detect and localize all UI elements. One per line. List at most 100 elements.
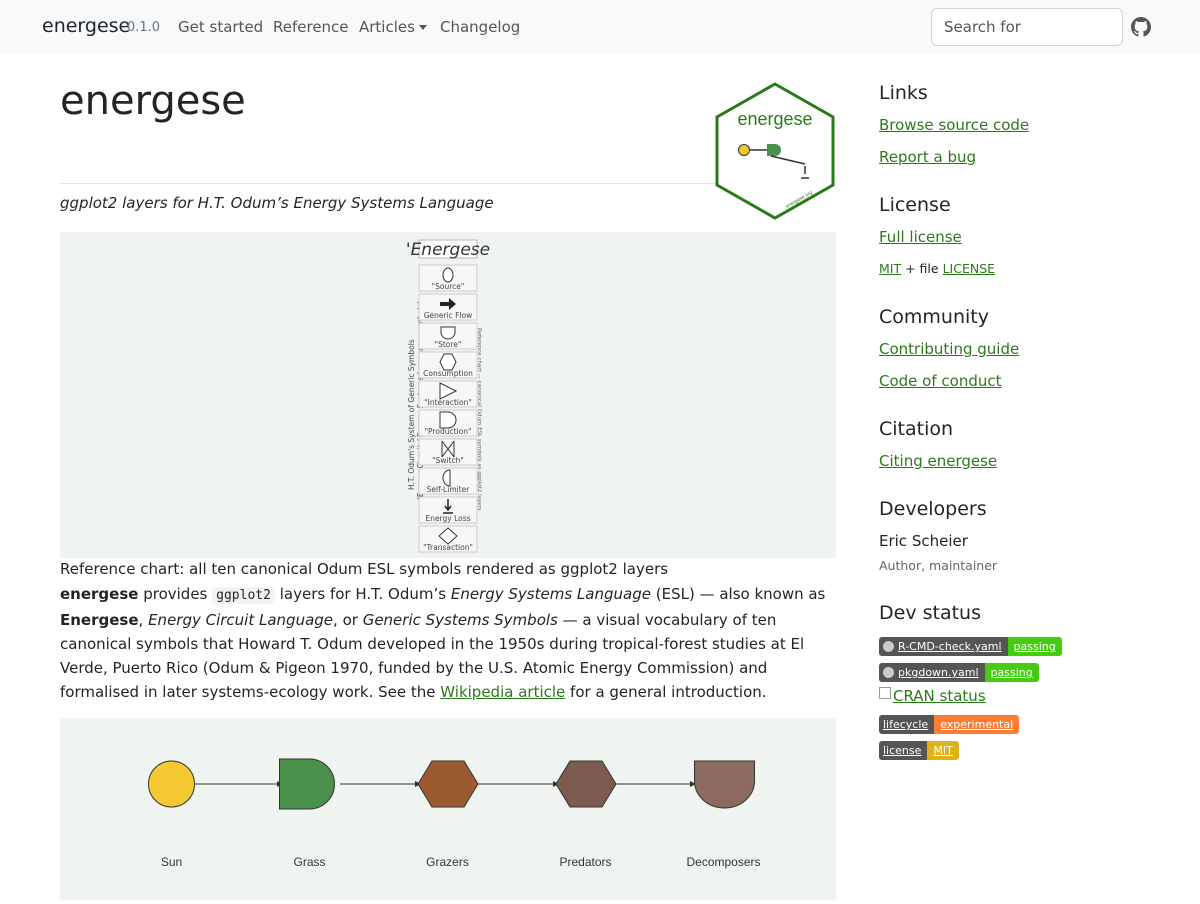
report-bug-link[interactable]: Report a bug <box>879 148 976 166</box>
store-symbol-icon <box>440 326 456 340</box>
figure-caption: Reference chart: all ten canonical Odum … <box>60 560 669 578</box>
badge-right-text: experimental <box>934 715 1020 734</box>
nav-articles-label: Articles <box>359 18 415 36</box>
intro-provides: provides <box>143 585 208 603</box>
reference-chart: 'Energese H.T. Odum's System of Generic … <box>406 239 490 553</box>
github-icon <box>883 667 894 678</box>
mit-link[interactable]: MIT <box>879 261 901 276</box>
version-label: 0.1.0 <box>127 20 161 35</box>
code-of-conduct-link[interactable]: Code of conduct <box>879 372 1001 390</box>
intro-comma: , <box>138 611 144 629</box>
symbol-label-switch: "Switch" <box>432 456 464 465</box>
browse-source-link[interactable]: Browse source code <box>879 116 1029 134</box>
developer-name: Eric Scheier <box>879 532 968 550</box>
consumer-symbol-icon <box>439 353 457 371</box>
full-license-link[interactable]: Full license <box>879 228 962 246</box>
license-file-link[interactable]: LICENSE <box>943 261 995 276</box>
intro-layers-for: layers for H.T. Odum’s <box>279 585 447 603</box>
pkg-name: energese <box>60 585 139 603</box>
links-heading: Links <box>879 82 928 104</box>
intro-alias3: Generic Systems Symbols <box>362 611 558 629</box>
package-tagline: ggplot2 layers for H.T. Odum’s Energy Sy… <box>60 194 494 212</box>
github-icon <box>883 641 894 652</box>
pkgdown-badge[interactable]: pkgdown.yaml passing <box>879 663 1039 682</box>
badge-left-text: lifecycle <box>879 715 935 734</box>
wikipedia-link[interactable]: Wikipedia article <box>440 683 565 701</box>
symbol-label-self-limiter: Self-Limiter <box>427 485 471 494</box>
source-symbol-icon <box>442 267 454 283</box>
citing-link[interactable]: Citing energese <box>879 452 997 470</box>
license-badge[interactable]: license MIT <box>879 741 959 760</box>
symbol-label-source: "Source" <box>432 282 465 291</box>
badge-right-text: passing <box>984 663 1039 682</box>
grass-production-node <box>279 758 335 810</box>
badge-left-text: R-CMD-check.yaml <box>898 640 1002 653</box>
food-chain-panel: Sun Grass Grazers Predators Decomposers <box>60 718 836 900</box>
community-heading: Community <box>879 306 989 328</box>
node-label-predators: Predators <box>559 855 611 869</box>
lifecycle-badge[interactable]: lifecycle experimental <box>879 715 1020 734</box>
devstatus-heading: Dev status <box>879 602 981 624</box>
license-file-text: + file <box>905 261 939 276</box>
reference-chart-panel: 'Energese H.T. Odum's System of Generic … <box>60 232 836 558</box>
sun-source-node <box>148 760 195 808</box>
brand-link[interactable]: energese <box>42 15 130 37</box>
symbol-label-consumer: Consumption <box>423 369 473 378</box>
intro-esl-abbr: (ESL) — also known as <box>655 585 826 603</box>
caret-down-icon <box>418 25 427 30</box>
symbol-cell-generic-flow: Generic Flow <box>418 293 478 321</box>
food-chain-diagram: Sun Grass Grazers Predators Decomposers <box>148 758 761 869</box>
symbol-label-store: "Store" <box>435 340 462 349</box>
nav-changelog[interactable]: Changelog <box>440 18 520 36</box>
node-label-decomposers: Decomposers <box>686 855 760 869</box>
package-logo: energese energese.org <box>715 82 835 220</box>
cran-alt-text: CRAN status <box>893 687 986 705</box>
symbol-cell-interaction: "Interaction" <box>418 380 478 408</box>
nav-articles[interactable]: Articles <box>359 18 427 36</box>
badge-left: pkgdown.yaml <box>879 663 985 682</box>
symbol-cell-consumer: Consumption <box>418 351 478 379</box>
symbol-cell-switch: "Switch" <box>418 438 478 466</box>
reference-chart-title: 'Energese <box>406 240 490 260</box>
r-cmd-check-badge[interactable]: R-CMD-check.yaml passing <box>879 637 1062 656</box>
symbol-label-energy-loss: Energy Loss <box>425 514 470 523</box>
developer-role: Author, maintainer <box>879 558 998 573</box>
predators-consumer-node <box>555 760 617 808</box>
node-label-grazers: Grazers <box>426 855 469 869</box>
navbar: energese 0.1.0 Get started Reference Art… <box>0 0 1200 54</box>
symbol-label-interaction: "Interaction" <box>424 398 472 407</box>
badge-left-text: license <box>879 741 928 760</box>
intro-paragraph: energese provides ggplot2 layers for H.T… <box>60 582 836 704</box>
decomposers-store-node <box>694 760 755 809</box>
intro-esl: Energy Systems Language <box>450 585 651 603</box>
github-icon[interactable] <box>1131 17 1151 37</box>
page-title: energese <box>60 78 246 124</box>
search-input[interactable] <box>931 8 1123 46</box>
symbol-label-producer: "Production" <box>425 427 472 436</box>
badge-left: R-CMD-check.yaml <box>879 637 1008 656</box>
symbol-cell-transaction: "Transaction" <box>418 525 478 553</box>
contributing-guide-link[interactable]: Contributing guide <box>879 340 1019 358</box>
symbol-label-transaction: "Transaction" <box>423 543 473 552</box>
symbol-cell-source: "Source" <box>418 264 478 292</box>
license-line: MIT + file LICENSE <box>879 261 995 276</box>
logo-text: energese <box>737 109 812 129</box>
symbol-label-generic-flow: Generic Flow <box>424 311 473 320</box>
symbol-cell-energy-loss: Energy Loss <box>418 496 478 524</box>
node-label-sun: Sun <box>161 855 182 869</box>
citation-heading: Citation <box>879 418 954 440</box>
badge-left-text: pkgdown.yaml <box>898 666 979 679</box>
broken-image-icon <box>879 687 891 699</box>
cran-status-badge[interactable]: CRAN status <box>879 687 986 705</box>
node-label-grass: Grass <box>293 855 325 869</box>
developers-heading: Developers <box>879 498 987 520</box>
nav-get-started[interactable]: Get started <box>178 18 263 36</box>
intro-alias1: Energese <box>60 611 139 629</box>
nav-reference[interactable]: Reference <box>273 18 349 36</box>
badge-right-text: MIT <box>927 741 959 760</box>
symbol-cell-producer: "Production" <box>418 409 478 437</box>
inline-code: ggplot2 <box>212 587 275 604</box>
license-heading: License <box>879 194 951 216</box>
title-divider <box>60 183 780 184</box>
badge-right-text: passing <box>1007 637 1062 656</box>
